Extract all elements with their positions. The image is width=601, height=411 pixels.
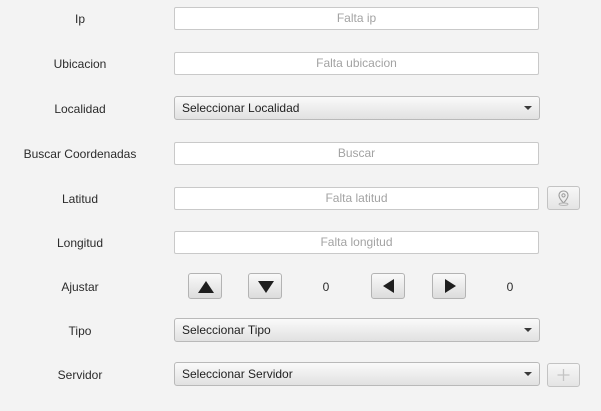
servidor-label: Servidor bbox=[57, 368, 103, 382]
longitud-label: Longitud bbox=[56, 236, 104, 250]
adjust-left-button[interactable] bbox=[371, 273, 405, 299]
ip-input[interactable]: Falta ip bbox=[174, 7, 539, 30]
localidad-select[interactable]: Seleccionar Localidad bbox=[174, 96, 540, 120]
chevron-down-icon bbox=[524, 328, 532, 332]
localidad-label: Localidad bbox=[54, 102, 106, 116]
map-pin-icon bbox=[558, 190, 569, 206]
arrow-left-icon bbox=[383, 279, 394, 293]
ajustar-label: Ajustar bbox=[61, 280, 99, 294]
plus-icon bbox=[557, 369, 570, 381]
ubicacion-label: Ubicacion bbox=[53, 57, 107, 71]
arrow-right-icon bbox=[445, 279, 456, 293]
horizontal-adjust-value: 0 bbox=[506, 280, 514, 294]
latitud-input[interactable]: Falta latitud bbox=[174, 187, 539, 210]
adjust-down-button[interactable] bbox=[248, 273, 282, 299]
tipo-selected-value: Seleccionar Tipo bbox=[182, 323, 271, 337]
vertical-adjust-value: 0 bbox=[322, 280, 330, 294]
add-servidor-button[interactable] bbox=[547, 363, 580, 387]
map-pin-button[interactable] bbox=[547, 186, 580, 210]
ip-label: Ip bbox=[74, 12, 85, 26]
tipo-select[interactable]: Seleccionar Tipo bbox=[174, 318, 540, 342]
chevron-down-icon bbox=[524, 372, 532, 376]
servidor-select[interactable]: Seleccionar Servidor bbox=[174, 362, 540, 386]
longitud-input[interactable]: Falta longitud bbox=[174, 231, 539, 254]
adjust-up-button[interactable] bbox=[188, 273, 222, 299]
arrow-up-icon bbox=[198, 281, 214, 293]
chevron-down-icon bbox=[524, 106, 532, 110]
adjust-right-button[interactable] bbox=[432, 273, 466, 299]
latitud-label: Latitud bbox=[61, 192, 99, 206]
arrow-down-icon bbox=[258, 281, 274, 293]
ubicacion-input[interactable]: Falta ubicacion bbox=[174, 52, 539, 75]
tipo-label: Tipo bbox=[68, 324, 92, 338]
localidad-selected-value: Seleccionar Localidad bbox=[182, 101, 300, 115]
servidor-selected-value: Seleccionar Servidor bbox=[182, 367, 293, 381]
buscar-coordenadas-input[interactable]: Buscar bbox=[174, 142, 539, 165]
buscar-coordenadas-label: Buscar Coordenadas bbox=[23, 147, 137, 161]
